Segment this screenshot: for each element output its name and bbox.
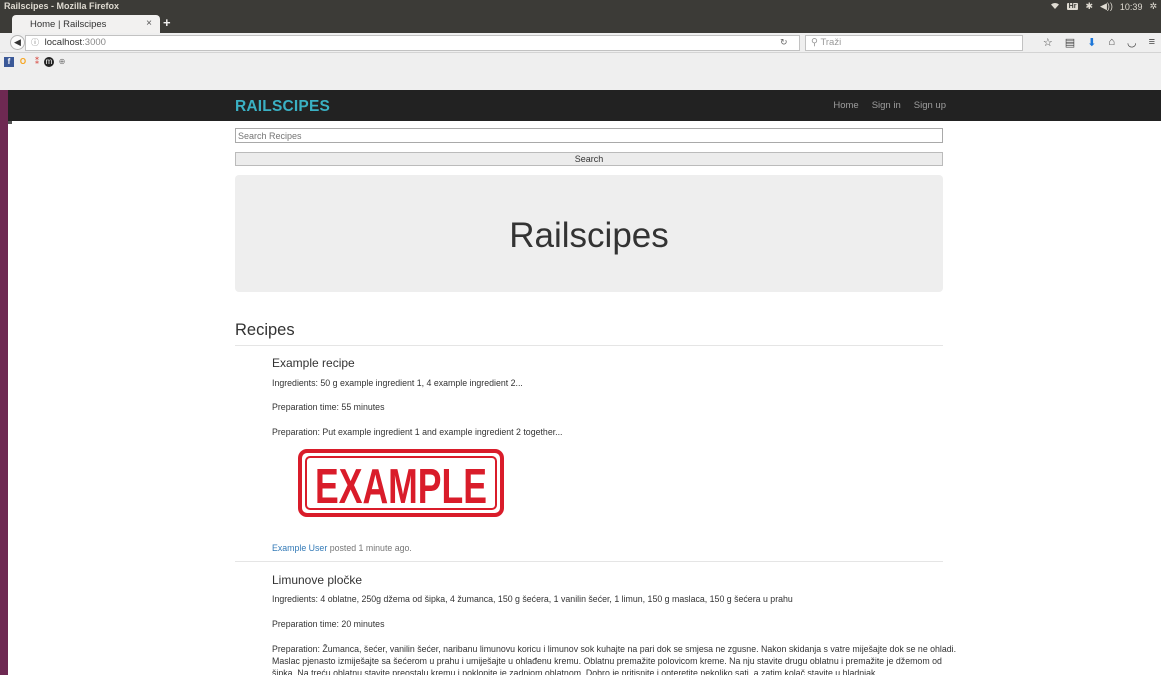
example-recipe-image: EXAMPLE <box>298 449 504 517</box>
window-title: Railscipes - Mozilla Firefox <box>4 1 120 11</box>
recipes-heading: Recipes <box>235 321 295 339</box>
recipe-preparation: Preparation: Žumanca, šećer, vanilin šeć… <box>272 644 957 675</box>
recipe-posted-time: posted 1 minute ago. <box>327 543 412 553</box>
recipe-preparation: Preparation: Put example ingredient 1 an… <box>272 427 563 437</box>
recipe-ingredients: Ingredients: 50 g example ingredient 1, … <box>272 378 523 388</box>
toolbar-icons: ☆ ▤ ⬇ ⌂ ◡ ≡ <box>1043 36 1155 49</box>
nav-sign-in-link[interactable]: Sign in <box>872 100 901 111</box>
tab-title: Home | Railscipes <box>30 19 107 30</box>
url-host: localhost <box>44 37 83 48</box>
recipe-prep-time: Preparation time: 55 minutes <box>272 402 385 412</box>
facebook-icon[interactable]: f <box>4 57 14 67</box>
bookmarks-bar: f O ⁑ m ⊕ <box>0 53 1161 90</box>
browser-search-field[interactable]: ⚲ Traži <box>805 35 1023 51</box>
globe-icon[interactable]: ⊕ <box>57 57 67 67</box>
recipe-author-link[interactable]: Example User <box>272 543 327 553</box>
recipe-card: Example recipe <box>272 356 962 370</box>
keyboard-layout-badge[interactable]: Hr <box>1066 3 1079 10</box>
url-port: :3000 <box>82 37 106 48</box>
nav-home-link[interactable]: Home <box>833 100 858 111</box>
hero-title: Railscipes <box>509 216 669 255</box>
tab-strip: Home | Railscipes × + <box>0 13 1161 33</box>
recipe-search-button[interactable]: Search <box>235 152 943 166</box>
system-tray: Hr ✱ ◀)) 10:39 ✲ <box>1050 1 1157 12</box>
menu-icon[interactable]: ≡ <box>1149 36 1155 49</box>
section-divider <box>235 345 943 346</box>
example-stamp-text: EXAMPLE <box>315 460 487 514</box>
recipe-title[interactable]: Limunove pločke <box>272 573 962 587</box>
medium-icon[interactable]: m <box>44 57 54 67</box>
opera-icon[interactable]: O <box>18 57 28 67</box>
navigation-toolbar: ◀ ⓘ localhost:3000 ↻ ⚲ Traži ☆ ▤ ⬇ ⌂ ◡ ≡ <box>0 33 1161 53</box>
recipe-search-input[interactable] <box>235 128 943 143</box>
site-logo[interactable]: RAILSCIPES <box>235 98 330 116</box>
new-tab-button[interactable]: + <box>163 15 171 30</box>
pocket-icon[interactable]: ◡ <box>1127 36 1137 49</box>
dots-icon[interactable]: ⁑ <box>32 57 42 67</box>
bluetooth-icon[interactable]: ✱ <box>1085 1 1093 12</box>
reload-icon[interactable]: ↻ <box>780 37 788 48</box>
download-icon[interactable]: ⬇ <box>1087 36 1096 49</box>
star-icon[interactable]: ☆ <box>1043 36 1053 49</box>
recipe-title[interactable]: Example recipe <box>272 356 962 370</box>
browser-search-placeholder: Traži <box>820 37 842 48</box>
hero-banner: Railscipes <box>235 175 943 292</box>
search-icon: ⚲ <box>811 37 818 48</box>
recipe-byline: Example User posted 1 minute ago. <box>272 543 962 553</box>
browser-tab[interactable]: Home | Railscipes × <box>12 15 160 33</box>
url-bar[interactable]: ⓘ localhost:3000 <box>25 35 800 51</box>
volume-icon[interactable]: ◀)) <box>1100 1 1113 12</box>
close-tab-icon[interactable]: × <box>146 18 152 29</box>
info-icon[interactable]: ⓘ <box>31 38 39 47</box>
bookmarks-icon[interactable]: ▤ <box>1065 36 1075 49</box>
wifi-icon[interactable] <box>1050 2 1060 12</box>
recipe-ingredients: Ingredients: 4 oblatne, 250g džema od ši… <box>272 594 793 604</box>
recipe-divider <box>235 561 943 562</box>
nav-sign-up-link[interactable]: Sign up <box>914 100 946 111</box>
home-icon[interactable]: ⌂ <box>1108 36 1115 49</box>
desktop-edge <box>0 90 8 675</box>
clock[interactable]: 10:39 <box>1120 2 1143 12</box>
settings-icon[interactable]: ✲ <box>1149 1 1157 12</box>
recipe-prep-time: Preparation time: 20 minutes <box>272 619 385 629</box>
recipe-card: Limunove pločke <box>272 573 962 587</box>
os-title-bar: Railscipes - Mozilla Firefox Hr ✱ ◀)) 10… <box>0 0 1161 13</box>
site-nav-links: Home Sign in Sign up <box>833 100 946 111</box>
back-arrow-icon[interactable]: ◀ <box>10 35 25 50</box>
site-navbar: RAILSCIPES Home Sign in Sign up <box>8 90 1161 121</box>
